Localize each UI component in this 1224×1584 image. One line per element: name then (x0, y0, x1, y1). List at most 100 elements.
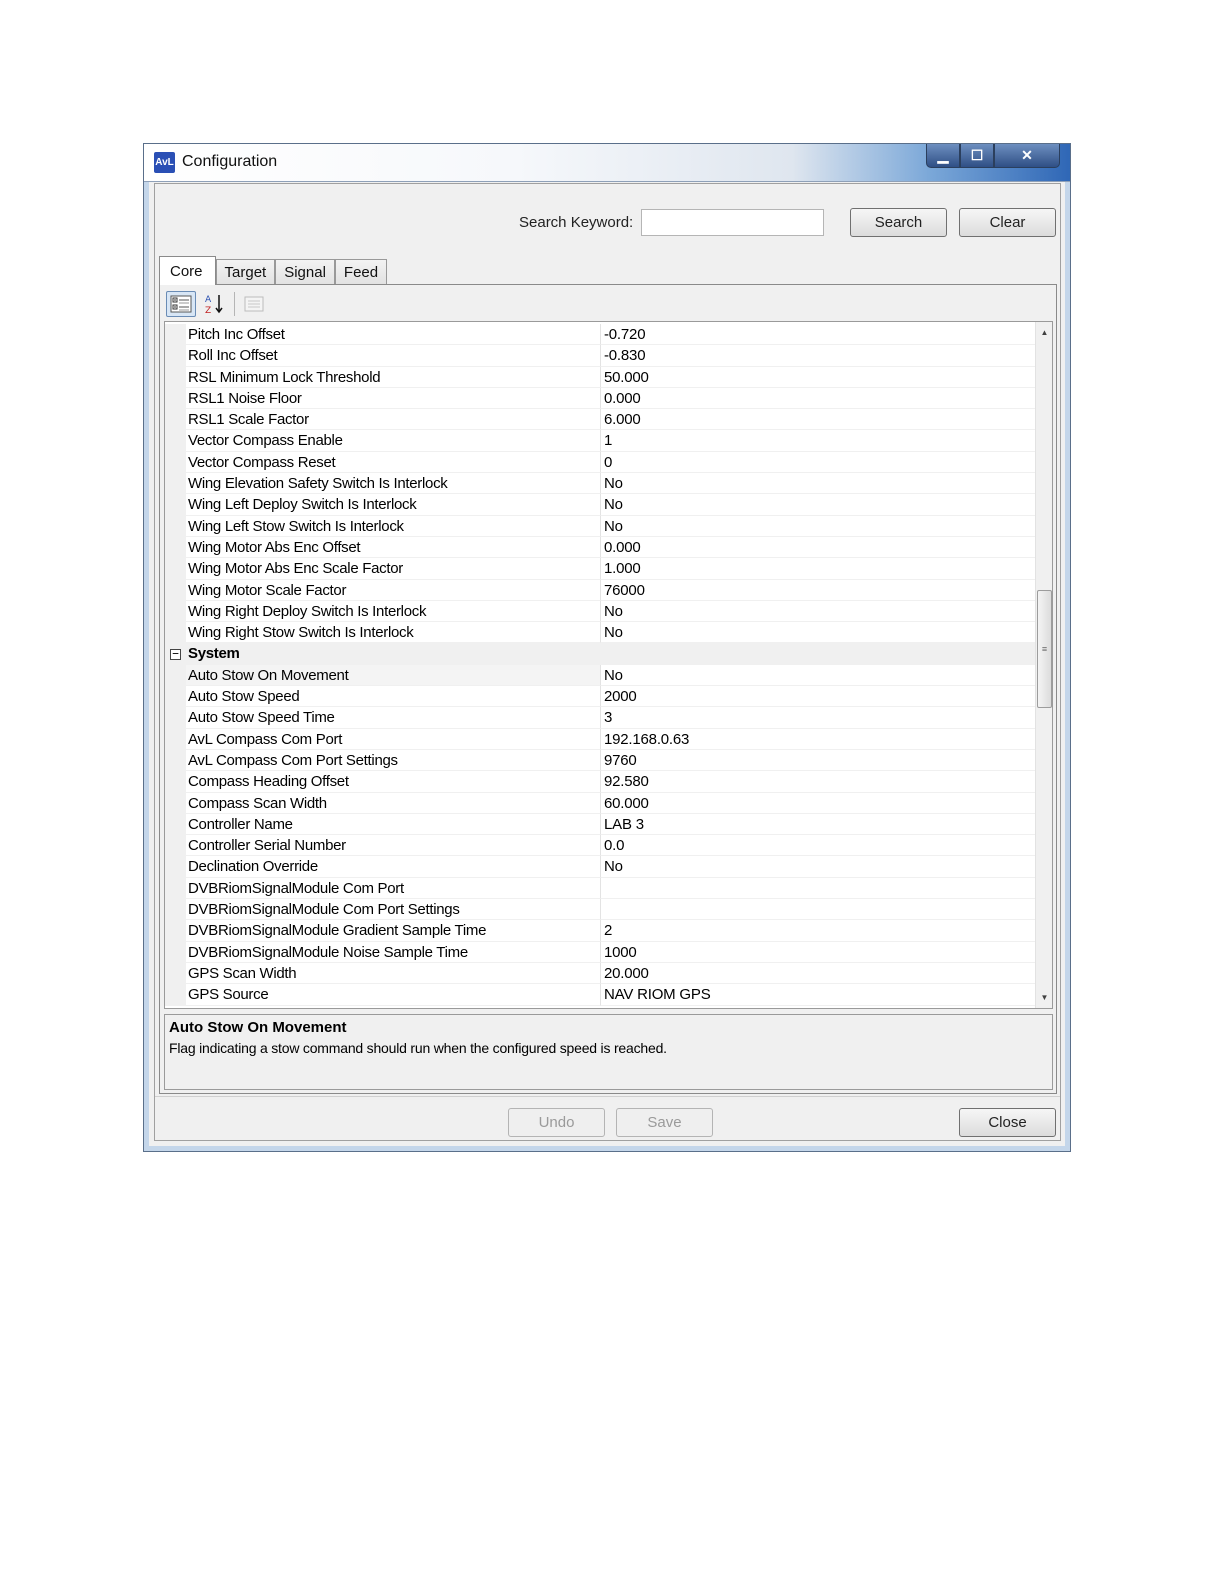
property-name: Compass Scan Width (186, 792, 601, 814)
property-value[interactable]: 1000 (601, 942, 1037, 963)
minimize-button[interactable]: ▁ (926, 144, 960, 168)
property-name: DVBRiomSignalModule Com Port Settings (186, 899, 601, 921)
title-bar[interactable]: AvL Configuration ▁ ☐ ✕ (144, 144, 1070, 182)
tab-signal[interactable]: Signal (275, 259, 335, 284)
category-row-system[interactable]: − System (165, 643, 1037, 665)
property-grid-toolbar: A Z (166, 289, 273, 319)
property-row[interactable]: Auto Stow Speed 2000 (165, 686, 1037, 708)
property-value[interactable]: No (601, 665, 1037, 687)
property-row[interactable]: Wing Left Deploy Switch Is Interlock No (165, 494, 1037, 516)
tab-feed[interactable]: Feed (334, 259, 388, 284)
property-value[interactable]: 20.000 (601, 963, 1037, 985)
property-row[interactable]: Wing Right Deploy Switch Is Interlock No (165, 600, 1037, 623)
property-name: DVBRiomSignalModule Com Port (186, 877, 601, 900)
property-name: Declination Override (186, 856, 601, 878)
property-value[interactable]: 192.168.0.63 (601, 729, 1037, 750)
maximize-button[interactable]: ☐ (960, 144, 994, 168)
property-name: Wing Left Deploy Switch Is Interlock (186, 494, 601, 516)
property-value[interactable]: 9760 (601, 750, 1037, 772)
property-row[interactable]: GPS Scan Width 20.000 (165, 962, 1037, 985)
property-value[interactable]: 60.000 (601, 793, 1037, 814)
property-name: Roll Inc Offset (186, 345, 601, 367)
property-row[interactable]: RSL1 Noise Floor 0.000 (165, 387, 1037, 410)
property-value[interactable]: 1.000 (601, 558, 1037, 580)
collapse-icon[interactable]: − (170, 648, 181, 660)
scroll-thumb[interactable]: ≡ (1037, 590, 1052, 708)
clear-button[interactable]: Clear (959, 208, 1056, 237)
row-gutter (165, 366, 186, 388)
property-row[interactable]: Declination Override No (165, 856, 1037, 878)
property-value[interactable]: 92.580 (601, 771, 1037, 793)
property-value[interactable]: 2000 (601, 686, 1037, 708)
property-row[interactable]: Roll Inc Offset -0.830 (165, 345, 1037, 367)
property-value[interactable]: No (601, 856, 1037, 878)
property-row[interactable]: Auto Stow On Movement No (165, 664, 1037, 687)
tab-target[interactable]: Target (215, 259, 276, 284)
property-row[interactable]: DVBRiomSignalModule Com Port Settings (165, 899, 1037, 921)
property-row[interactable]: Wing Elevation Safety Switch Is Interloc… (165, 473, 1037, 495)
scroll-down-icon[interactable]: ▼ (1036, 989, 1052, 1006)
property-value[interactable]: -0.830 (601, 345, 1037, 367)
tab-core[interactable]: Core (159, 256, 216, 285)
property-row[interactable]: Wing Left Stow Switch Is Interlock No (165, 515, 1037, 537)
property-value[interactable]: 2 (601, 920, 1037, 942)
property-row[interactable]: Controller Serial Number 0.0 (165, 835, 1037, 857)
property-value[interactable]: No (601, 494, 1037, 516)
svg-text:Z: Z (205, 306, 211, 315)
close-button[interactable]: Close (959, 1108, 1056, 1137)
property-row[interactable]: Wing Motor Abs Enc Offset 0.000 (165, 536, 1037, 559)
vertical-scrollbar[interactable]: ▲ ≡ ▼ (1035, 322, 1052, 1008)
property-name: Auto Stow Speed (186, 686, 601, 708)
search-input[interactable] (641, 209, 824, 236)
close-window-button[interactable]: ✕ (994, 144, 1060, 168)
property-value[interactable] (601, 899, 1037, 921)
property-value[interactable]: -0.720 (601, 324, 1037, 346)
property-row[interactable]: AvL Compass Com Port 192.168.0.63 (165, 728, 1037, 750)
property-value[interactable]: 50.000 (601, 367, 1037, 388)
property-value[interactable] (601, 878, 1037, 900)
property-value[interactable]: 0 (601, 452, 1037, 474)
property-row[interactable]: DVBRiomSignalModule Noise Sample Time 100… (165, 941, 1037, 963)
property-name: Vector Compass Enable (186, 430, 601, 452)
property-row[interactable]: DVBRiomSignalModule Com Port (165, 877, 1037, 900)
alphabetical-sort-button[interactable]: A Z (200, 291, 230, 317)
property-value[interactable]: LAB 3 (601, 814, 1037, 836)
property-row[interactable]: DVBRiomSignalModule Gradient Sample Time… (165, 920, 1037, 942)
property-row[interactable]: Wing Right Stow Switch Is Interlock No (165, 622, 1037, 644)
property-row[interactable]: Wing Motor Scale Factor 76000 (165, 579, 1037, 601)
property-value[interactable]: No (601, 622, 1037, 644)
property-row[interactable]: Compass Scan Width 60.000 (165, 792, 1037, 814)
undo-button[interactable]: Undo (508, 1108, 605, 1137)
property-pages-button[interactable] (239, 291, 269, 317)
property-row[interactable]: Pitch Inc Offset -0.720 (165, 324, 1037, 346)
tab-strip: Core Target Signal Feed (159, 256, 388, 285)
property-row[interactable]: Vector Compass Enable 1 (165, 430, 1037, 452)
property-name: RSL1 Noise Floor (186, 387, 601, 410)
save-button[interactable]: Save (616, 1108, 713, 1137)
property-row[interactable]: RSL1 Scale Factor 6.000 (165, 409, 1037, 431)
property-value[interactable]: 0.0 (601, 835, 1037, 857)
categorized-view-button[interactable] (166, 291, 196, 317)
property-value[interactable]: 1 (601, 430, 1037, 452)
property-row[interactable]: Compass Heading Offset 92.580 (165, 771, 1037, 793)
property-value[interactable]: 3 (601, 707, 1037, 729)
property-value[interactable]: 0.000 (601, 388, 1037, 410)
property-row[interactable]: Controller Name LAB 3 (165, 813, 1037, 836)
property-row[interactable]: RSL Minimum Lock Threshold 50.000 (165, 366, 1037, 388)
row-gutter (165, 771, 186, 793)
property-value[interactable]: 76000 (601, 580, 1037, 601)
property-value[interactable]: No (601, 601, 1037, 623)
scroll-up-icon[interactable]: ▲ (1036, 324, 1052, 341)
property-value[interactable]: 0.000 (601, 537, 1037, 559)
row-gutter (165, 409, 186, 431)
property-row[interactable]: Wing Motor Abs Enc Scale Factor 1.000 (165, 558, 1037, 580)
property-row[interactable]: GPS Source NAV RIOM GPS (165, 984, 1037, 1006)
property-value[interactable]: No (601, 473, 1037, 495)
property-row[interactable]: AvL Compass Com Port Settings 9760 (165, 749, 1037, 772)
property-row[interactable]: Auto Stow Speed Time 3 (165, 707, 1037, 729)
property-value[interactable]: NAV RIOM GPS (601, 984, 1037, 1006)
property-row[interactable]: Vector Compass Reset 0 (165, 451, 1037, 474)
property-value[interactable]: 6.000 (601, 409, 1037, 431)
search-button[interactable]: Search (850, 208, 947, 237)
property-value[interactable]: No (601, 516, 1037, 537)
